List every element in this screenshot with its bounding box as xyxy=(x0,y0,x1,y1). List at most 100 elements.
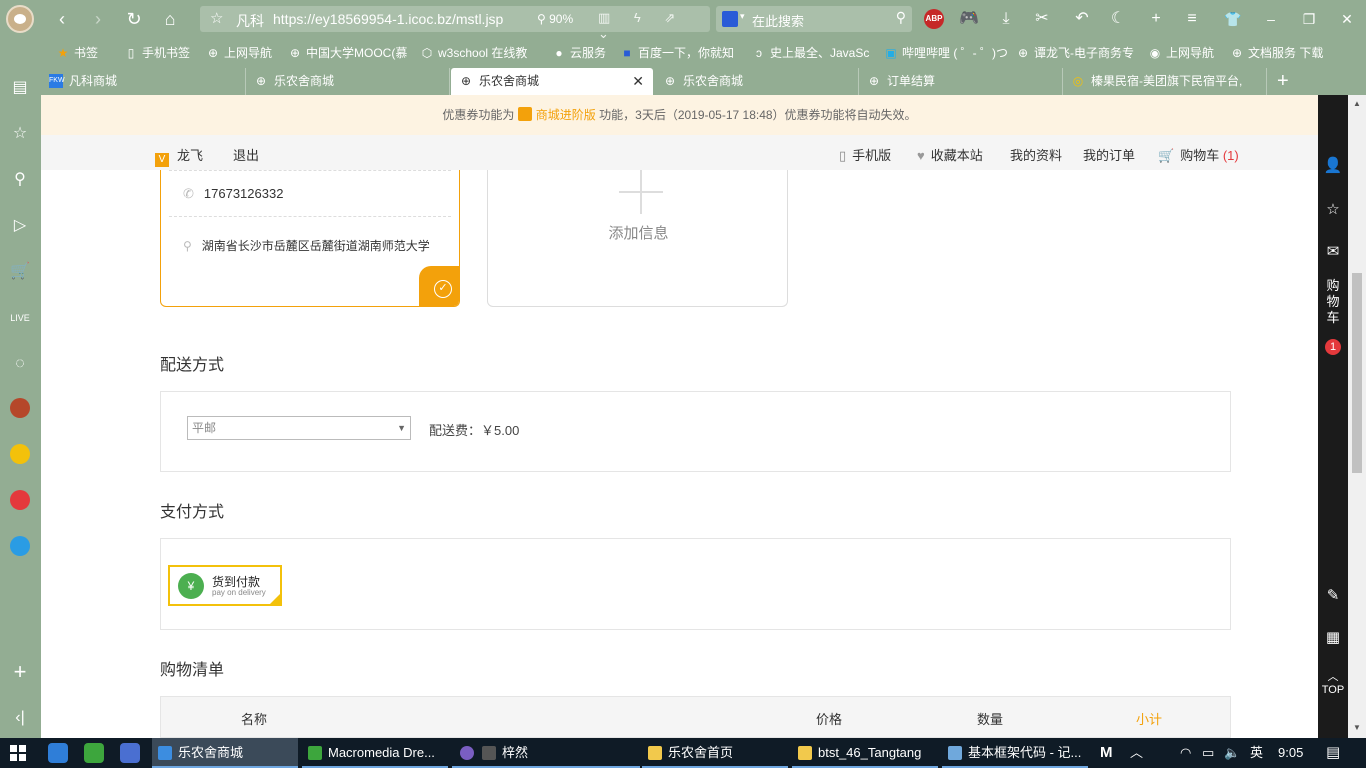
logout-link[interactable]: 退出 xyxy=(233,145,259,164)
forward-icon[interactable]: › xyxy=(86,7,110,31)
adblock-icon[interactable]: ABP xyxy=(924,9,944,29)
menu-icon[interactable]: ≡ xyxy=(1180,7,1204,31)
live-icon[interactable]: LIVE xyxy=(8,306,32,330)
collapse-sidebar-icon[interactable]: ‹| xyxy=(8,706,32,730)
new-tab-plus-icon[interactable]: + xyxy=(1144,7,1168,31)
clock[interactable]: 9:05 xyxy=(1278,738,1303,768)
chat-icon[interactable]: ◌ xyxy=(8,352,32,376)
undo-icon[interactable]: ↶ xyxy=(1070,7,1094,31)
baidu-paw-icon[interactable] xyxy=(722,11,738,27)
bookmark-item[interactable]: ▯ 手机书签 xyxy=(124,44,200,61)
taskbar-item[interactable]: btst_46_Tangtang xyxy=(792,738,938,768)
search-box[interactable]: ▾ 在此搜索 ⚲ xyxy=(716,6,912,32)
engine-dropdown-icon[interactable]: ▾ xyxy=(740,11,745,22)
tab-checkout[interactable]: ⊕ 订单结算 xyxy=(859,68,1063,95)
skin-icon[interactable]: 👕 xyxy=(1218,7,1248,31)
cart-link[interactable]: 🛒 购物车 (1) xyxy=(1158,145,1239,164)
user-info[interactable]: V 龙飞 xyxy=(155,145,203,167)
home-icon[interactable]: ⌂ xyxy=(158,7,182,31)
tab-lenongshe-active[interactable]: ⊕ 乐农舍商城 ✕ xyxy=(451,68,653,95)
mobile-link[interactable]: ▯ 手机版 xyxy=(839,145,891,164)
tab-lenongshe-1[interactable]: ⊕ 乐农舍商城 xyxy=(246,68,450,95)
notice-highlight[interactable]: 商城进阶版 xyxy=(536,108,596,122)
bookmark-item[interactable]: ⊕ 上网导航 xyxy=(206,44,282,61)
game-controller-icon[interactable]: 🎮 xyxy=(957,7,981,31)
search-icon[interactable]: ⚲ xyxy=(8,168,32,192)
pay-on-delivery-option[interactable]: ¥ 货到付款 pay on delivery xyxy=(168,565,282,606)
bookmark-item[interactable]: ⊕ 谭龙飞-电子商务专 xyxy=(1016,44,1138,61)
cloud-app-icon[interactable] xyxy=(10,536,30,556)
sidebar-cart[interactable]: 购 物 车 xyxy=(1326,278,1340,326)
minimize-button[interactable]: – xyxy=(1256,7,1286,31)
taskbar-item[interactable]: 乐农舍首页 xyxy=(642,738,788,768)
address-bar[interactable]: ☆ 凡科 https://ey18569954-1.icoc.bz/mstl.j… xyxy=(200,6,710,41)
user-icon[interactable]: 👤 xyxy=(1322,155,1344,177)
taskbar-item[interactable]: 基本框架代码 - 记... xyxy=(942,738,1088,768)
scroll-up-icon[interactable]: ▲ xyxy=(1352,99,1362,108)
windows-start-icon[interactable] xyxy=(10,745,26,761)
tray-expand-icon[interactable]: ︿ xyxy=(1130,738,1143,768)
url-text[interactable]: https://ey18569954-1.icoc.bz/mstl.jsp xyxy=(273,11,533,27)
bookmark-item[interactable]: ⬡ w3school 在线教 xyxy=(420,44,540,61)
night-mode-icon[interactable]: ☾ xyxy=(1106,7,1130,31)
orders-link[interactable]: 我的订单 xyxy=(1083,145,1135,164)
media-player-icon[interactable] xyxy=(84,743,104,763)
zoom-level[interactable]: ⚲ 90% xyxy=(537,12,573,26)
scroll-down-icon[interactable]: ▼ xyxy=(1352,723,1362,732)
vertical-scrollbar[interactable]: ▲ ▼ xyxy=(1348,95,1366,738)
scroll-thumb[interactable] xyxy=(1352,273,1362,473)
search-icon[interactable]: ⚲ xyxy=(896,9,906,26)
favorites-star-icon[interactable]: ☆ xyxy=(8,122,32,146)
restore-button[interactable]: ❐ xyxy=(1294,7,1324,31)
weibo-icon[interactable] xyxy=(10,490,30,510)
user-avatar[interactable] xyxy=(6,5,34,33)
shopping-cart-icon[interactable]: 🛒 xyxy=(8,260,32,284)
mail-tray-icon[interactable]: M xyxy=(1100,738,1113,768)
bookmark-item[interactable]: ⊕ 中国大学MOOC(慕 xyxy=(288,44,410,61)
pinned-app-icon[interactable] xyxy=(48,743,68,763)
tab-lenongshe-3[interactable]: ⊕ 乐农舍商城 xyxy=(655,68,859,95)
task-label: Macromedia Dre... xyxy=(328,745,435,760)
reading-list-icon[interactable]: ▤ xyxy=(8,76,32,100)
add-address-card[interactable]: 添加信息 xyxy=(487,170,788,307)
message-icon[interactable]: ✉ xyxy=(1322,241,1344,263)
taskbar-item[interactable]: 乐农舍商城 xyxy=(152,738,298,768)
bookmark-item[interactable]: ● 云服务 xyxy=(552,44,614,61)
music-app-icon[interactable] xyxy=(10,444,30,464)
back-to-top-button[interactable]: ︿ TOP xyxy=(1320,668,1346,696)
bookmark-item[interactable]: ⊕ 文档服务 下载 xyxy=(1230,44,1356,61)
volume-icon[interactable]: 🔈 xyxy=(1224,738,1240,768)
profile-link[interactable]: 我的资料 xyxy=(1010,145,1062,164)
mail-app-icon[interactable] xyxy=(120,743,140,763)
refresh-icon[interactable]: ↻ xyxy=(122,7,146,31)
game-app-icon[interactable] xyxy=(10,398,30,418)
address-card-selected[interactable]: ✆ 17673126332 ⚲ 湖南省长沙市岳麓区岳麓街道湖南师范大学 ✓ xyxy=(160,170,460,307)
favorite-star-icon[interactable]: ☆ xyxy=(1322,199,1344,221)
bookmark-star-icon[interactable]: ☆ xyxy=(210,9,223,27)
favorite-link[interactable]: ♥ 收藏本站 xyxy=(917,145,983,164)
video-icon[interactable]: ▷ xyxy=(8,214,32,238)
tab-fankeshop[interactable]: FKW 凡科商城 xyxy=(41,68,246,95)
bookmark-item[interactable]: ▣ 哔哩哔哩 ( ゜- ゜)つ xyxy=(884,44,1008,61)
new-tab-icon[interactable]: + xyxy=(1277,68,1289,95)
notifications-icon[interactable]: ▤ xyxy=(1326,738,1340,768)
scissors-icon[interactable]: ✂ xyxy=(1030,7,1054,31)
bookmark-item[interactable]: ↄ 史上最全、JavaSc xyxy=(752,44,872,61)
wifi-icon[interactable]: ◠ xyxy=(1180,738,1191,768)
taskbar-item[interactable]: 梓然 xyxy=(452,738,640,768)
bookmark-item[interactable]: ◉ 上网导航 xyxy=(1148,44,1224,61)
tab-hazelnut[interactable]: ◎ 榛果民宿-美团旗下民宿平台, xyxy=(1063,68,1267,95)
qrcode-icon[interactable]: ▦ xyxy=(1322,627,1344,649)
edit-icon[interactable]: ✎ xyxy=(1322,585,1344,607)
add-app-icon[interactable]: + xyxy=(8,660,32,684)
download-icon[interactable]: ⤓ xyxy=(994,7,1018,31)
close-tab-icon[interactable]: ✕ xyxy=(632,68,644,95)
back-icon[interactable]: ‹ xyxy=(50,7,74,31)
taskbar-item[interactable]: Macromedia Dre... xyxy=(302,738,448,768)
shipping-method-select[interactable]: 平邮 ▼ xyxy=(187,416,411,440)
battery-icon[interactable]: ▭ xyxy=(1202,738,1214,768)
close-button[interactable]: ✕ xyxy=(1332,7,1362,31)
bookmark-item[interactable]: ★ 书签 xyxy=(56,44,118,61)
bookmark-item[interactable]: ■ 百度一下，你就知 xyxy=(620,44,744,61)
ime-indicator[interactable]: 英 xyxy=(1250,738,1263,768)
